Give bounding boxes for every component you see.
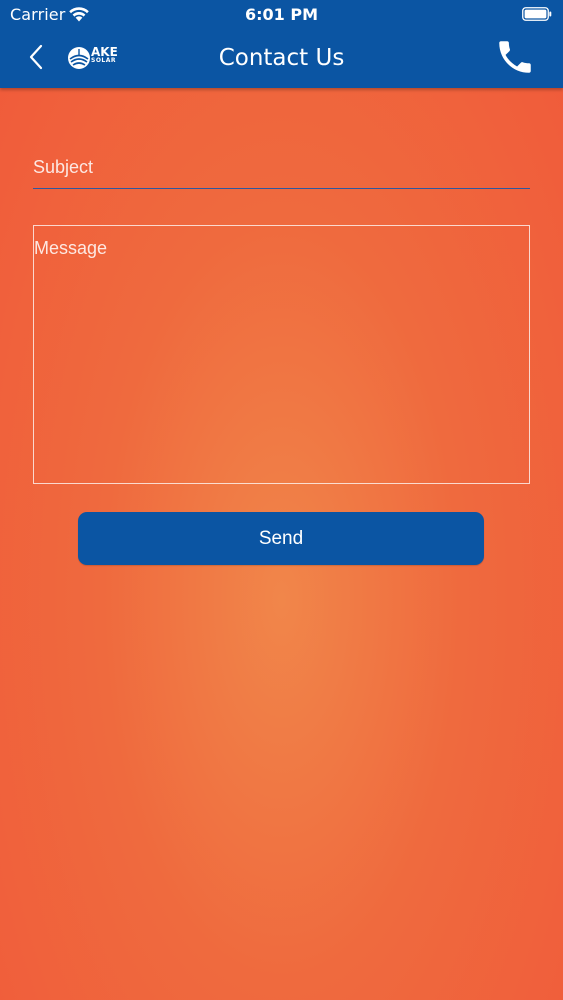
phone-icon	[499, 41, 531, 73]
page-title: Contact Us	[218, 45, 345, 71]
subject-placeholder: Subject	[33, 157, 94, 177]
status-time: 6:01 PM	[244, 5, 318, 24]
navigation-header: Carrier 6:01 PM AKE SOLAR Contact Us	[0, 0, 563, 88]
call-button[interactable]	[494, 36, 536, 78]
subject-input[interactable]: Subject	[33, 152, 530, 189]
contact-us-screen: Carrier 6:01 PM AKE SOLAR Contact Us Sub…	[0, 0, 563, 1000]
send-button[interactable]: Send	[78, 512, 484, 565]
message-textarea[interactable]: Message	[33, 225, 530, 484]
message-placeholder: Message	[34, 238, 108, 258]
status-bar: Carrier 6:01 PM	[0, 0, 563, 30]
battery-icon	[522, 7, 552, 21]
